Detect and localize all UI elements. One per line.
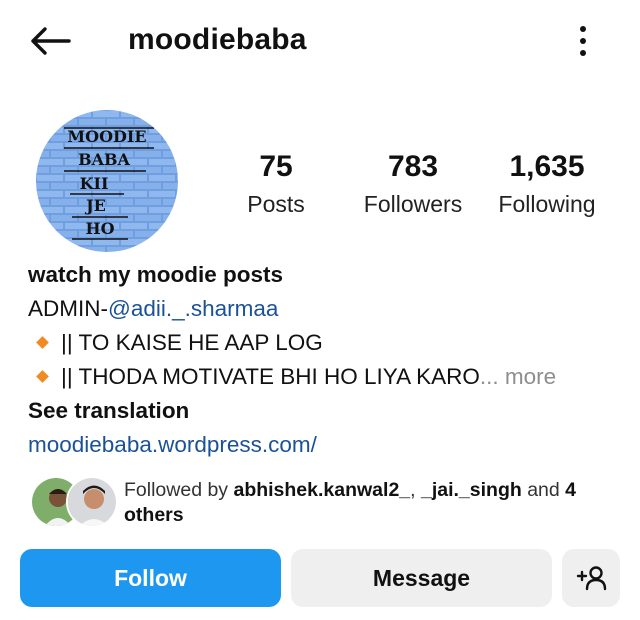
bio-more-link[interactable]: more <box>499 364 556 389</box>
followers-label: Followers <box>363 191 463 217</box>
back-button[interactable] <box>26 22 74 60</box>
followers-count: 783 <box>387 150 439 183</box>
add-person-icon <box>576 566 607 591</box>
followed-by-prefix: Followed by <box>124 479 234 501</box>
followed-by-text: Followed by abhishek.kanwal2_, _jai._sin… <box>124 478 604 528</box>
profile-avatar[interactable]: MOODIE BABA KII JE HO <box>36 110 178 252</box>
admin-mention-link[interactable]: @adii._.sharmaa <box>108 296 278 321</box>
message-button[interactable]: Message <box>291 549 552 607</box>
follow-button[interactable]: Follow <box>20 549 281 607</box>
website-link[interactable]: moodiebaba.wordpress.com/ <box>28 428 618 462</box>
mutual-follower-name[interactable]: abhishek.kanwal2_ <box>233 479 410 501</box>
bio-admin-prefix: ADMIN- <box>28 296 108 321</box>
stat-followers[interactable]: 783 Followers <box>356 148 470 220</box>
avatar-text-line: BABA <box>78 150 130 169</box>
followed-by-row[interactable]: Followed by abhishek.kanwal2_, _jai._sin… <box>28 476 618 532</box>
stat-posts[interactable]: 75 Posts <box>236 148 316 220</box>
following-label: Following <box>498 191 596 217</box>
followed-by-separator: , <box>410 479 421 501</box>
bio-line-text: || TO KAISE HE AAP LOG <box>61 330 323 355</box>
bio-admin-line: ADMIN-@adii._.sharmaa <box>28 292 618 326</box>
orange-diamond-icon <box>36 336 49 349</box>
stat-following[interactable]: 1,635 Following <box>490 148 604 220</box>
profile-display-name: watch my moodie posts <box>28 262 284 287</box>
profile-username: moodiebaba <box>128 23 307 56</box>
following-count: 1,635 <box>509 150 585 183</box>
suggested-users-button[interactable] <box>562 549 620 607</box>
bio-line: || THODA MOTIVATE BHI HO LIYA KARO... mo… <box>28 360 618 394</box>
profile-bio: watch my moodie posts ADMIN-@adii._.shar… <box>28 258 618 462</box>
avatar-text-line: HO <box>85 219 114 238</box>
orange-diamond-icon <box>36 370 49 383</box>
avatar-text-line: JE <box>84 196 106 215</box>
more-options-button[interactable] <box>566 22 600 60</box>
more-vertical-icon <box>580 26 586 32</box>
follow-button-label: Follow <box>114 564 187 591</box>
mutual-follower-name[interactable]: _jai._singh <box>421 479 522 501</box>
bio-line-text: || THODA MOTIVATE BHI HO LIYA KARO <box>61 364 480 389</box>
bio-line: || TO KAISE HE AAP LOG <box>28 326 618 360</box>
more-vertical-icon <box>580 50 586 56</box>
bio-ellipsis: ... <box>479 364 499 389</box>
posts-label: Posts <box>247 191 305 217</box>
follower-avatar <box>66 476 118 528</box>
see-translation-link[interactable]: See translation <box>28 394 618 428</box>
avatar-text-line: MOODIE <box>67 127 146 146</box>
arrow-left-icon <box>31 27 71 55</box>
more-vertical-icon <box>580 38 586 44</box>
message-button-label: Message <box>372 564 471 591</box>
profile-header: moodiebaba <box>0 0 640 80</box>
followed-by-and: and <box>521 479 566 501</box>
avatar-text-line: KII <box>80 174 109 193</box>
posts-count: 75 <box>259 150 293 183</box>
